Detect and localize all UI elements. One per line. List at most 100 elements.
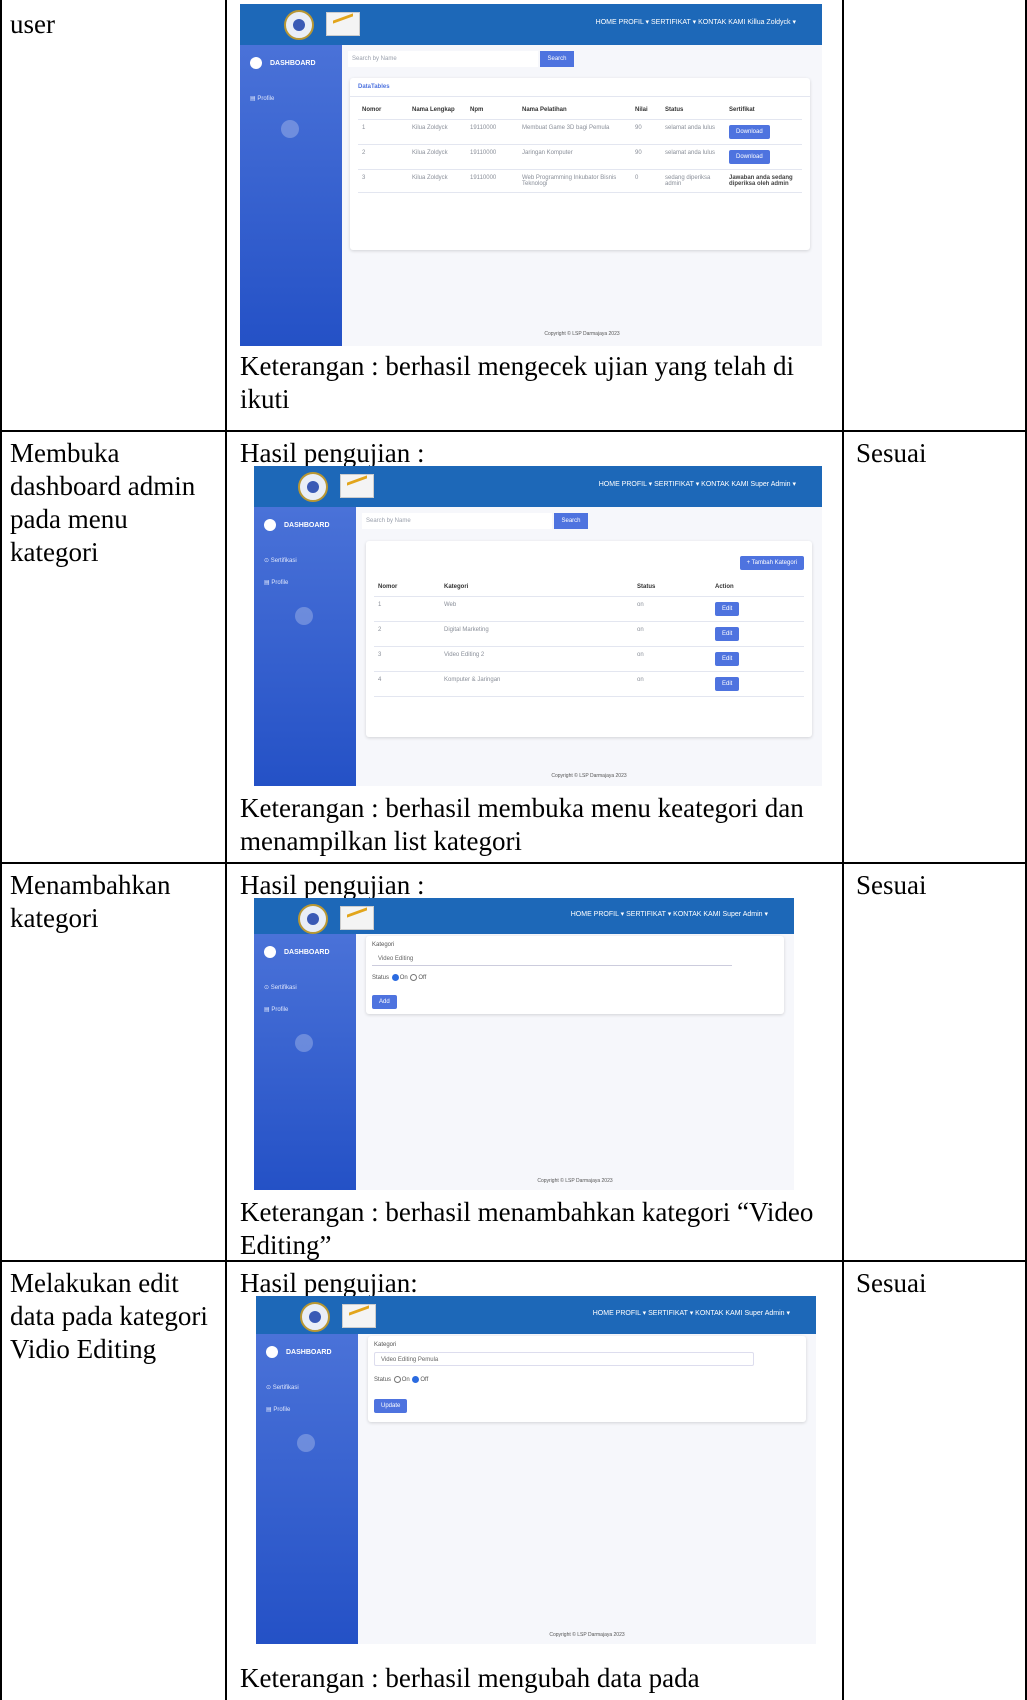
cell-nama: Kilua Zoldyck: [408, 169, 466, 193]
search-button[interactable]: Search: [540, 51, 574, 67]
nav-menu[interactable]: HOME PROFIL ▾ SERTIFIKAT ▾ KONTAK KAMI S…: [593, 1309, 790, 1317]
row4-keterangan: Keterangan : berhasil mengubah data pada: [240, 1663, 700, 1693]
edit-button[interactable]: Edit: [715, 677, 740, 691]
search-input[interactable]: Search by Name: [362, 513, 552, 529]
cell-kategori: Komputer & Jaringan: [440, 671, 633, 697]
search-button[interactable]: Search: [554, 513, 588, 529]
sidebar-item-sertifikasi[interactable]: ⊙ Sertifikasi: [266, 1384, 299, 1391]
test-result-table: user HOME PROFIL ▾ SERTIFIKAT ▾ KONTAK K…: [0, 0, 1027, 1700]
table-row: 3 Video Editing 2 on Edit: [374, 646, 804, 672]
sidebar-toggle-button[interactable]: [295, 1034, 313, 1052]
cell-nilai: 90: [631, 144, 661, 170]
cell-nama: Kilua Zoldyck: [408, 144, 466, 170]
search-input[interactable]: Search by Name: [348, 51, 538, 67]
row4-skenario: Melakukan edit data pada kategori Vidio …: [10, 1268, 208, 1364]
status-radio-group[interactable]: Status On Off: [372, 974, 426, 981]
edit-button[interactable]: Edit: [715, 652, 740, 666]
app-main: Search by Name Search DataTables Nomor N…: [342, 45, 822, 346]
form-card: Kategori Video Editing Pemula Status On …: [368, 1336, 806, 1422]
status-radio-group[interactable]: Status On Off: [374, 1376, 428, 1383]
sidebar-brand[interactable]: DASHBOARD: [264, 946, 330, 958]
cell-nilai: 0: [631, 169, 661, 193]
sidebar-toggle-button[interactable]: [281, 120, 299, 138]
cell-status: selamat anda lulus: [661, 144, 725, 170]
lsp-logo-icon: [342, 1304, 376, 1328]
kategori-input[interactable]: Video Editing: [372, 952, 732, 966]
cell-sertifikat: Jawaban anda sedang diperiksa oleh admin: [725, 169, 802, 193]
dashboard-icon: [250, 57, 262, 69]
cell-nama: Kilua Zoldyck: [408, 119, 466, 145]
table-row: 2 Digital Marketing on Edit: [374, 621, 804, 647]
table-row: 1 Web on Edit: [374, 596, 804, 622]
screenshot-tambah-kategori: HOME PROFIL ▾ SERTIFIKAT ▾ KONTAK KAMI S…: [254, 898, 794, 1190]
kategori-card: + Tambah Kategori Nomor Kategori Status …: [366, 541, 812, 737]
sidebar-brand[interactable]: DASHBOARD: [266, 1346, 332, 1358]
row-divider: [0, 430, 1027, 432]
dashboard-icon: [264, 946, 276, 958]
col-header: Nomor: [358, 101, 408, 120]
add-button[interactable]: Add: [372, 995, 397, 1009]
app-sidebar: DASHBOARD ⊙ Sertifikasi ▤ Profile: [254, 934, 356, 1190]
nav-menu[interactable]: HOME PROFIL ▾ SERTIFIKAT ▾ KONTAK KAMI K…: [596, 18, 796, 26]
app-footer: Copyright © LSP Darmajaya 2023: [537, 1178, 613, 1184]
sidebar-item-profile[interactable]: ▤ Profile: [264, 1006, 288, 1013]
col-header: Nilai: [631, 101, 661, 120]
cell-action: Edit: [711, 596, 804, 622]
kategori-table: Nomor Kategori Status Action 1 Web on Ed…: [374, 578, 804, 697]
app-sidebar: DASHBOARD ⊙ Sertifikasi ▤ Profile: [254, 507, 356, 786]
cell-sertifikat: Download: [725, 119, 802, 145]
download-button[interactable]: Download: [729, 125, 770, 139]
nav-menu[interactable]: HOME PROFIL ▾ SERTIFIKAT ▾ KONTAK KAMI S…: [571, 910, 768, 918]
col-header: Nama Lengkap: [408, 101, 466, 120]
col-header: Status: [661, 101, 725, 120]
cell-nomor: 4: [374, 671, 440, 697]
sidebar-item-profile[interactable]: ▤ Profile: [266, 1406, 290, 1413]
col-header: Status: [633, 578, 711, 597]
table-row: 1 Kilua Zoldyck 19110000 Membuat Game 3D…: [358, 119, 802, 145]
cell-nomor: 1: [358, 119, 408, 145]
kategori-label: Kategori: [374, 1342, 397, 1348]
sidebar-item-sertifikasi[interactable]: ⊙ Sertifikasi: [264, 984, 297, 991]
edit-button[interactable]: Edit: [715, 627, 740, 641]
sidebar-brand[interactable]: DASHBOARD: [264, 519, 330, 531]
sidebar-brand[interactable]: DASHBOARD: [250, 57, 316, 69]
app-sidebar: DASHBOARD ⊙ Sertifikasi ▤ Profile: [256, 1334, 358, 1644]
screenshot-kategori-list: HOME PROFIL ▾ SERTIFIKAT ▾ KONTAK KAMI S…: [254, 466, 822, 786]
app-navbar: HOME PROFIL ▾ SERTIFIKAT ▾ KONTAK KAMI S…: [254, 466, 822, 507]
sidebar-item-profile[interactable]: ▤ Profile: [264, 579, 288, 586]
table-row: 2 Kilua Zoldyck 19110000 Jaringan Komput…: [358, 144, 802, 170]
dashboard-icon: [266, 1346, 278, 1358]
cell-nilai: 90: [631, 119, 661, 145]
university-logo-icon: [298, 904, 328, 934]
sidebar-toggle-button[interactable]: [297, 1434, 315, 1452]
app-footer: Copyright © LSP Darmajaya 2023: [544, 331, 620, 337]
row-divider: [0, 862, 1027, 864]
nav-menu[interactable]: HOME PROFIL ▾ SERTIFIKAT ▾ KONTAK KAMI S…: [599, 480, 796, 488]
app-main: Kategori Video Editing Pemula Status On …: [358, 1334, 816, 1644]
cell-nomor: 2: [358, 144, 408, 170]
edit-button[interactable]: Edit: [715, 602, 740, 616]
tambah-kategori-button[interactable]: + Tambah Kategori: [739, 556, 804, 570]
sidebar-item-profile[interactable]: ▤ Profile: [250, 95, 274, 102]
app-sidebar: DASHBOARD ▤ Profile: [240, 45, 342, 346]
status-on-radio[interactable]: [393, 1376, 401, 1383]
cell-nomor: 3: [374, 646, 440, 672]
cell-kategori: Video Editing 2: [440, 646, 633, 672]
status-off-radio[interactable]: [412, 1376, 420, 1383]
cell-npm: 19110000: [466, 119, 518, 145]
kategori-input[interactable]: Video Editing Pemula: [374, 1352, 754, 1366]
sidebar-item-sertifikasi[interactable]: ⊙ Sertifikasi: [264, 557, 297, 564]
cell-action: Edit: [711, 671, 804, 697]
status-off-radio[interactable]: [410, 974, 418, 981]
card-title: DataTables: [350, 78, 810, 97]
sidebar-toggle-button[interactable]: [295, 607, 313, 625]
row3-status: Sesuai: [856, 870, 927, 900]
status-on-radio[interactable]: [391, 974, 399, 981]
update-button[interactable]: Update: [374, 1399, 408, 1413]
row3-keterangan: Keterangan : berhasil menambahkan katego…: [240, 1197, 814, 1260]
row2-status: Sesuai: [856, 438, 927, 468]
table-row: 4 Komputer & Jaringan on Edit: [374, 671, 804, 697]
download-button[interactable]: Download: [729, 150, 770, 164]
column-divider: [842, 0, 844, 1700]
row1-skenario: user: [10, 9, 55, 39]
